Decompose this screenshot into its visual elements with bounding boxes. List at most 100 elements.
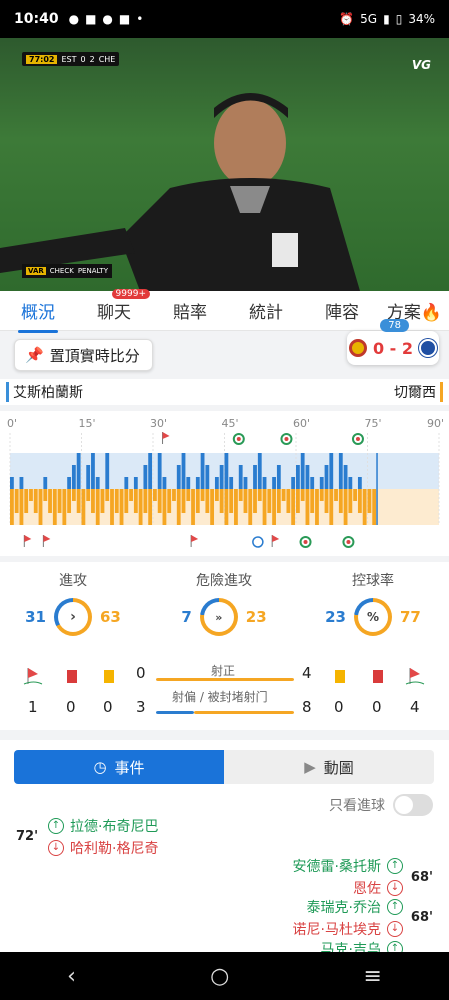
home-attack-bar [143, 465, 148, 489]
message-icon: ● [102, 12, 113, 26]
home-icon[interactable]: ○ [210, 964, 229, 989]
pin-live-score-button[interactable]: 📌 置頂實時比分 [14, 339, 153, 371]
home-attack-bar [43, 477, 48, 489]
away-attack-bar [110, 489, 114, 525]
away-crest-icon [419, 339, 438, 357]
away-attack-bar [319, 489, 324, 501]
home-attack-bar [272, 477, 276, 489]
events-segmented-control: ◷ 事件 ▶ 動圖 [14, 750, 434, 784]
home-attack-bar [262, 477, 267, 489]
shots-on-away: 4 [302, 664, 312, 682]
var-bug: VAR CHECK PENALTY [22, 264, 112, 278]
corner-flag-icon [43, 535, 51, 542]
home-attack-bar [305, 465, 310, 489]
battery-level: 34% [408, 12, 435, 26]
sub-out-player: 诺尼·马杜埃克 [292, 922, 381, 938]
away-attack-bar [143, 489, 148, 513]
recents-icon[interactable]: ≡ [363, 964, 381, 989]
sub-out-row: ↓ 哈利勒·格尼奇 [48, 838, 158, 858]
away-attack-bar [357, 489, 362, 513]
shots-off-home: 3 [136, 698, 146, 716]
away-attack-bar [52, 489, 57, 525]
away-attack-bar [172, 489, 176, 501]
sub-in-row: ↑ 拉德·布奇尼巴 [48, 816, 158, 836]
x-tick-label: 0' [7, 417, 17, 430]
sub-in-row: 泰瑞克·乔治 ↑ [307, 897, 403, 917]
mini-score-widget[interactable]: 0 - 2 [347, 331, 439, 365]
notification-icons: ● ■ ● ■ • [68, 12, 144, 26]
events-tab[interactable]: ◷ 事件 [14, 750, 224, 784]
away-score: 2 [89, 54, 95, 64]
momentum-chart: 0' 15' 30' 45' 60' 75' 90' [0, 411, 449, 556]
home-attack-bar [357, 477, 362, 489]
away-attack-bar [95, 489, 100, 525]
arrow-down-icon: ↓ [387, 921, 403, 937]
arrow-down-icon: ↓ [387, 880, 403, 896]
tab-lineup[interactable]: 陣容 [304, 298, 380, 323]
tab-odds[interactable]: 賠率 [152, 298, 228, 323]
home-attack-bar [91, 453, 95, 489]
momentum-chart-svg: 0' 15' 30' 45' 60' 75' 90' [7, 417, 444, 548]
x-tick-label: 60' [293, 417, 310, 430]
play-icon: ▶ [304, 758, 316, 776]
danger-title: 危險進攻 [196, 573, 252, 589]
sub-out-row: 恩佐 ↓ [353, 878, 403, 898]
substitution-icon [303, 540, 308, 544]
away-yellow: 0 [334, 698, 344, 716]
away-attack-bar [210, 489, 215, 525]
shots-on-home: 0 [136, 664, 146, 682]
away-attack-bar [305, 489, 310, 525]
home-attack-bar [300, 453, 305, 489]
home-attack-bar [205, 465, 210, 489]
home-attack-bar [186, 477, 191, 489]
away-attack-bar [224, 489, 229, 525]
tab-stats[interactable]: 統計 [228, 298, 304, 323]
possession-home: 23 [325, 608, 346, 626]
sub-in-row: 安德雷·桑托斯 ↑ [293, 856, 403, 876]
away-attack-bar [315, 489, 319, 525]
home-attack-bar [195, 477, 200, 489]
attack-home: 31 [25, 608, 46, 626]
home-attack-bar [200, 453, 205, 489]
shots-on-label: 射正 [211, 664, 236, 678]
goals-only-filter: 只看進球 [329, 794, 433, 816]
team-names-row: 艾斯柏蘭斯 切爾西 [0, 379, 449, 405]
away-attack-bar [276, 489, 281, 513]
pin-icon: 📌 [25, 346, 44, 364]
video-player[interactable]: 77:02 EST 0 2 CHE VG VAR CHECK PENALTY [0, 38, 449, 291]
away-attack-bar [334, 489, 338, 501]
away-attack-bar [124, 489, 129, 513]
tab-chat[interactable]: 聊天 9999+ [76, 289, 152, 323]
away-attack-bar [353, 489, 358, 501]
goals-only-toggle[interactable] [393, 794, 433, 816]
shots-off-away-bar [194, 711, 294, 714]
away-attack-bar [48, 489, 52, 513]
alarm-icon: ⏰ [339, 12, 355, 26]
away-attack-bar [76, 489, 81, 513]
away-attack-bar [181, 489, 186, 513]
away-attack-bar [38, 489, 43, 525]
x-tick-label: 45' [222, 417, 239, 430]
substitution-icon [346, 540, 351, 544]
goals-only-label: 只看進球 [329, 798, 385, 814]
home-attack-bar [329, 453, 334, 489]
red-card-icon [373, 670, 383, 683]
tab-overview[interactable]: 概況 [0, 298, 76, 333]
home-crest-icon [348, 339, 367, 357]
attack-stat: 進攻 31 › 63 [18, 570, 128, 636]
away-attack-bar [248, 489, 253, 525]
away-attack-bar [338, 489, 343, 513]
possession-stat: 控球率 23 % 77 [318, 570, 428, 636]
sub-in-player: 泰瑞克·乔治 [306, 900, 381, 916]
back-icon[interactable]: ‹ [67, 964, 76, 989]
home-attack-bar [219, 465, 224, 489]
away-attack-bar [81, 489, 86, 525]
substitution-icon [236, 437, 241, 441]
away-attack-bar [296, 489, 300, 513]
home-attack-bar [276, 465, 281, 489]
pin-label: 置頂實時比分 [49, 346, 140, 365]
yellow-card-icon [104, 670, 114, 683]
animation-tab[interactable]: ▶ 動圖 [224, 750, 434, 784]
away-attack-bar [153, 489, 157, 501]
corner-flag-icon [23, 668, 43, 685]
